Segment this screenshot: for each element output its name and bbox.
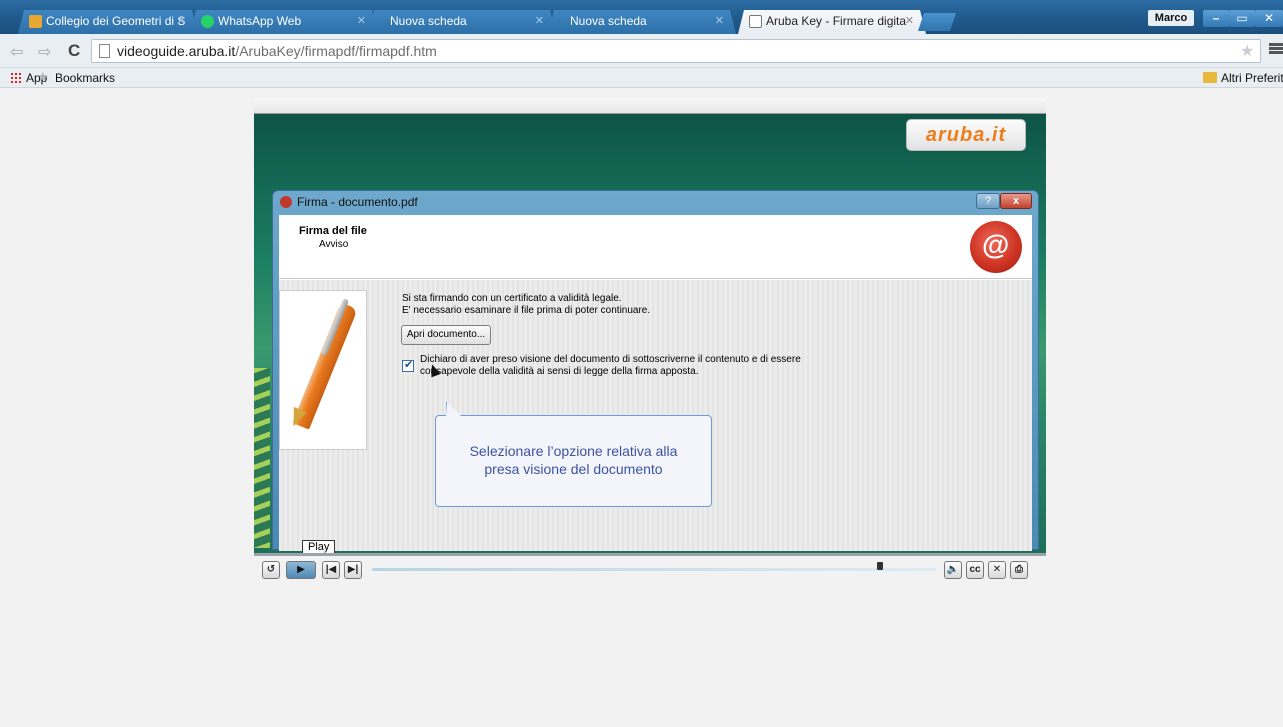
- user-profile-badge[interactable]: Marco: [1148, 10, 1194, 26]
- collegio-favicon-icon: [29, 15, 42, 28]
- play-button[interactable]: ▶: [286, 561, 316, 579]
- replay-icon[interactable]: ↺: [262, 561, 280, 579]
- video-frame[interactable]: aruba.it Firma - documento.pdf ? x Firma…: [254, 98, 1046, 553]
- back-arrow-icon[interactable]: ⇦: [10, 42, 23, 62]
- maximize-button[interactable]: ▭: [1229, 10, 1255, 27]
- tab-aruba-key[interactable]: Aruba Key - Firmare digita ✕: [738, 10, 926, 34]
- bookmarks-bar: App ★ Bookmarks Altri Preferiti: [0, 68, 1283, 88]
- reload-icon[interactable]: C: [68, 41, 80, 61]
- window-close-button[interactable]: ✕: [1255, 10, 1283, 27]
- tab-collegio-geometri[interactable]: Collegio dei Geometri di S ✕: [18, 10, 198, 34]
- decorative-stripes: [254, 368, 270, 548]
- browser-titlebar: Collegio dei Geometri di S ✕ WhatsApp We…: [0, 0, 1283, 34]
- page-favicon-icon: [749, 15, 762, 28]
- dialog-header-subtitle: Avviso: [319, 239, 349, 250]
- url-host: videoguide.aruba.it: [117, 43, 236, 59]
- whatsapp-favicon-icon: [201, 15, 214, 28]
- video-top-strip: [254, 98, 1046, 114]
- dialog-app-icon: [280, 196, 292, 208]
- tab-close-icon[interactable]: ✕: [177, 14, 186, 27]
- dialog-title: Firma - documento.pdf: [297, 195, 418, 209]
- tab-close-icon[interactable]: ✕: [535, 14, 544, 27]
- tab-close-icon[interactable]: ✕: [715, 14, 724, 27]
- volume-icon[interactable]: 🔈: [944, 561, 962, 579]
- tab-whatsapp-web[interactable]: WhatsApp Web ✕: [190, 10, 378, 34]
- tab-title: Aruba Key - Firmare digita: [766, 14, 907, 28]
- acknowledge-line-1: Dichiaro di aver preso visione del docum…: [420, 354, 801, 365]
- player-controls: ↺ ▶ |◀ ▶| 🔈 cc ✕ ⎙: [254, 553, 1046, 583]
- warning-line-2: E' necessario esaminare il file prima di…: [402, 305, 651, 316]
- acknowledge-line-2: consapevole della validità ai sensi di l…: [420, 366, 699, 377]
- browser-toolbar: ⇦ ⇨ C videoguide.aruba.it/ArubaKey/firma…: [0, 34, 1283, 68]
- acknowledge-label[interactable]: Dichiaro di aver preso visione del docum…: [420, 354, 801, 378]
- print-icon[interactable]: ⎙: [1010, 561, 1028, 579]
- callout-text: Selezionare l’opzione relativa alla pres…: [436, 442, 711, 478]
- seek-bar[interactable]: [372, 562, 936, 571]
- menu-icon[interactable]: [1269, 43, 1283, 55]
- dialog-header-title: Firma del file: [299, 225, 367, 237]
- acknowledge-checkbox[interactable]: [402, 358, 414, 372]
- apps-grid-icon[interactable]: [10, 72, 22, 84]
- minimize-button[interactable]: –: [1203, 10, 1229, 27]
- new-tab-button[interactable]: [918, 13, 956, 31]
- pen-illustration: [279, 290, 367, 450]
- tab-close-icon[interactable]: ✕: [357, 14, 366, 27]
- page-icon: [99, 44, 110, 58]
- bookmark-star-icon[interactable]: ★: [1240, 41, 1254, 61]
- tutorial-callout: Selezionare l’opzione relativa alla pres…: [435, 402, 712, 507]
- closed-captions-icon[interactable]: cc: [966, 561, 984, 579]
- tab-nuova-scheda-1[interactable]: Nuova scheda ✕: [368, 10, 556, 34]
- bookmarks-link[interactable]: Bookmarks: [55, 71, 115, 85]
- url-path: /ArubaKey/firmapdf/firmapdf.htm: [235, 43, 437, 59]
- open-document-button[interactable]: Apri documento...: [401, 325, 491, 345]
- tab-close-icon[interactable]: ✕: [905, 14, 914, 27]
- callout-line-2: presa visione del documento: [484, 461, 663, 477]
- folder-icon: [1203, 72, 1217, 83]
- other-bookmarks-link[interactable]: Altri Preferiti: [1221, 71, 1283, 85]
- dialog-help-button[interactable]: ?: [976, 193, 1000, 209]
- dialog-header: Firma del file Avviso @: [279, 215, 1032, 279]
- address-bar[interactable]: videoguide.aruba.it/ArubaKey/firmapdf/fi…: [91, 39, 1261, 63]
- tab-title: Collegio dei Geometri di S: [46, 14, 186, 28]
- tab-nuova-scheda-2[interactable]: Nuova scheda ✕: [548, 10, 736, 34]
- url-text[interactable]: videoguide.aruba.it/ArubaKey/firmapdf/fi…: [117, 43, 437, 59]
- aruba-logo: aruba.it: [906, 119, 1026, 151]
- warning-text: Si sta firmando con un certificato a val…: [402, 293, 650, 317]
- previous-icon[interactable]: |◀: [322, 561, 340, 579]
- next-icon[interactable]: ▶|: [344, 561, 362, 579]
- forward-arrow-icon[interactable]: ⇨: [38, 42, 51, 62]
- warning-line-1: Si sta firmando con un certificato a val…: [402, 293, 622, 304]
- tab-title: Nuova scheda: [570, 14, 647, 28]
- seek-handle[interactable]: [876, 562, 883, 570]
- close-player-icon[interactable]: ✕: [988, 561, 1006, 579]
- tab-title: WhatsApp Web: [218, 14, 302, 28]
- callout-line-1: Selezionare l’opzione relativa alla: [469, 443, 678, 459]
- tab-title: Nuova scheda: [390, 14, 467, 28]
- dialog-close-button[interactable]: x: [1000, 193, 1032, 209]
- bookmarks-star-icon: ★: [37, 69, 49, 84]
- wax-seal-icon: @: [970, 221, 1022, 273]
